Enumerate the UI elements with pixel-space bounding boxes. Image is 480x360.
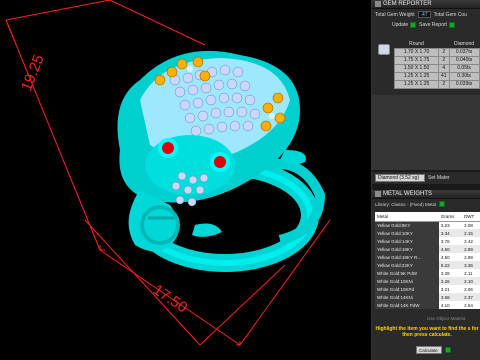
metal-cell-grams: 3.68	[438, 293, 463, 301]
table-row[interactable]: 1.75 X 1.75 2 0.040ts	[394, 55, 480, 65]
metal-cell-metal: White Gold:14K PdW	[375, 301, 439, 309]
table-row[interactable]: Yellow Gold:10KY 3.34 2.15	[375, 229, 480, 237]
calculate-row: Calculate	[416, 346, 451, 354]
frog-ring-model	[117, 50, 326, 272]
metal-cell-grams: 3.34	[438, 229, 463, 237]
diamond-select[interactable]: Diamond (3.52 sg)	[375, 174, 425, 182]
table-row[interactable]: Yellow Gold:14KY 3.76 2.42	[375, 237, 480, 245]
metal-cell-metal: Yellow Gold:9KY	[375, 221, 439, 229]
table-row[interactable]: 1.25 X 1.25 2 0.039ts	[394, 79, 480, 89]
total-gem-weight-value: .47	[417, 11, 431, 18]
metal-cell-metal: White Gold:10KPd	[375, 285, 439, 293]
gem-list-empty-area	[372, 95, 480, 170]
table-row[interactable]: Yellow Gold:22KY 5.22 3.36	[375, 261, 480, 269]
metal-cell-dwt: 2.42	[462, 237, 480, 245]
table-row[interactable]: Yellow Gold:9KY 3.23 2.08	[375, 221, 480, 229]
save-report-go-icon[interactable]	[448, 22, 455, 28]
use-object-material-label[interactable]: Use Object Materia	[427, 316, 466, 321]
metal-weights-panel: METAL WEIGHTS Library: Classic - (Fixed)…	[372, 190, 480, 360]
metal-cell-metal: Yellow Gold:10KY	[375, 229, 439, 237]
gem-reporter-panel: GEM REPORTER Total Gem Weight .47 Total …	[372, 0, 480, 170]
table-row[interactable]: White Gold:9K PdW 3.28 2.11	[375, 269, 480, 277]
metal-cell-grams: 3.28	[438, 269, 463, 277]
metal-cell-dwt: 2.89	[462, 245, 480, 253]
gem-col-count	[438, 40, 450, 48]
metal-cell-dwt: 2.10	[462, 277, 480, 285]
set-material-label: Set Mater	[428, 175, 450, 181]
table-row[interactable]: White Gold:14KNi 3.68 2.37	[375, 293, 480, 301]
table-row[interactable]: 1.70 X 1.70 2 0.037ts	[394, 47, 480, 57]
gem-reporter-title: GEM REPORTER	[383, 0, 432, 7]
metal-cell-dwt: 2.89	[462, 253, 480, 261]
gem-reporter-titlebar[interactable]: GEM REPORTER	[372, 0, 480, 9]
gem-actions-row: Update Save Report	[372, 20, 480, 30]
metal-cell-dwt: 2.08	[462, 221, 480, 229]
metal-cell-dwt: 2.06	[462, 285, 480, 293]
metal-col-grams: Grams	[438, 212, 463, 222]
viewport-canvas: 19.25 17.50	[5, 0, 331, 346]
metal-cell-dwt: 2.15	[462, 229, 480, 237]
metal-cell-metal: Yellow Gold:22KY	[375, 261, 439, 269]
diamond-material-row: Diamond (3.52 sg) Set Mater	[372, 172, 480, 184]
metal-col-dwt: DWT	[462, 212, 480, 222]
total-gem-count-label: Total Gem Cou	[433, 11, 467, 18]
metal-cell-metal: White Gold:9K PdW	[375, 269, 439, 277]
table-row[interactable]: White Gold:10KPd 3.21 2.06	[375, 285, 480, 293]
metal-weights-titlebar[interactable]: METAL WEIGHTS	[372, 190, 480, 199]
metal-cell-metal: Yellow Gold:14KY	[375, 237, 439, 245]
metal-cell-dwt: 2.64	[462, 301, 480, 309]
metal-col-metal: Metal	[375, 212, 439, 222]
save-report-label: Save Report	[419, 22, 447, 28]
table-row[interactable]: Yellow Gold:18KY 4.50 2.89	[375, 245, 480, 253]
metal-cell-metal: White Gold:10KNi	[375, 277, 439, 285]
table-row[interactable]: White Gold:14K PdW 4.10 2.64	[375, 301, 480, 309]
panel-collapse-icon[interactable]	[375, 191, 381, 197]
library-label: Library: Classic - (Fixed) Metal	[375, 201, 437, 207]
library-row: Library: Classic - (Fixed) Metal	[372, 199, 480, 209]
table-row[interactable]: White Gold:10KNi 3.26 2.10	[375, 277, 480, 285]
panel-collapse-icon[interactable]	[375, 1, 381, 7]
metal-cell-dwt: 2.11	[462, 269, 480, 277]
metal-weights-title: METAL WEIGHTS	[383, 190, 433, 197]
metal-cell-grams: 3.21	[438, 285, 463, 293]
gem-table: Round Diamond 1.70 X 1.70 2 0.037ts 1.75 X…	[394, 40, 480, 89]
total-gem-weight-label: Total Gem Weight	[375, 11, 415, 18]
save-report-button[interactable]: Save Report	[419, 22, 455, 28]
gem-col-round: Round	[394, 40, 439, 48]
metal-cell-metal: Yellow Gold:18KY	[375, 245, 439, 253]
metal-cell-grams: 4.50	[438, 253, 463, 261]
table-row[interactable]: 1.25 X 1.25 41 0.30ts	[394, 71, 480, 81]
update-button[interactable]: Update	[392, 22, 417, 28]
metal-cell-grams: 5.22	[438, 261, 463, 269]
table-row[interactable]: Yellow Gold:18KY R... 4.50 2.89	[375, 253, 480, 261]
gem-stats-row: Total Gem Weight .47 Total Gem Cou	[372, 9, 480, 20]
calculate-go-icon[interactable]	[445, 347, 451, 353]
set-material-button[interactable]: Set Mater	[428, 175, 450, 181]
update-go-icon[interactable]	[410, 22, 417, 28]
metal-cell-grams: 4.10	[438, 301, 463, 309]
library-go-icon[interactable]	[439, 201, 446, 207]
dimension-label-height: 19.25	[18, 52, 48, 93]
metal-table: Metal Grams DWT Yellow Gold:9KY 3.23 2.08 Y…	[375, 212, 480, 309]
update-label: Update	[392, 22, 409, 28]
metal-cell-grams: 4.50	[438, 245, 463, 253]
gem-col-diamond: Diamond	[449, 40, 480, 48]
dimension-label-width: 17.50	[150, 281, 191, 316]
3d-viewport[interactable]: 19.25 17.50	[0, 0, 371, 360]
metal-cell-dwt: 3.36	[462, 261, 480, 269]
calculate-hint: Highlight the item you want to find the …	[375, 326, 479, 338]
metal-cell-metal: Yellow Gold:18KY R...	[375, 253, 439, 261]
metal-cell-dwt: 2.37	[462, 293, 480, 301]
metal-cell-grams: 3.26	[438, 277, 463, 285]
calculate-select[interactable]: Calculate	[416, 346, 442, 354]
metal-cell-grams: 3.23	[438, 221, 463, 229]
right-panel: GEM REPORTER Total Gem Weight .47 Total …	[371, 0, 480, 360]
metal-cell-grams: 3.76	[438, 237, 463, 245]
gem-thumbnail-icon	[378, 44, 390, 55]
metal-cell-metal: White Gold:14KNi	[375, 293, 439, 301]
table-row[interactable]: 1.50 X 1.50 4 0.05ts	[394, 63, 480, 73]
